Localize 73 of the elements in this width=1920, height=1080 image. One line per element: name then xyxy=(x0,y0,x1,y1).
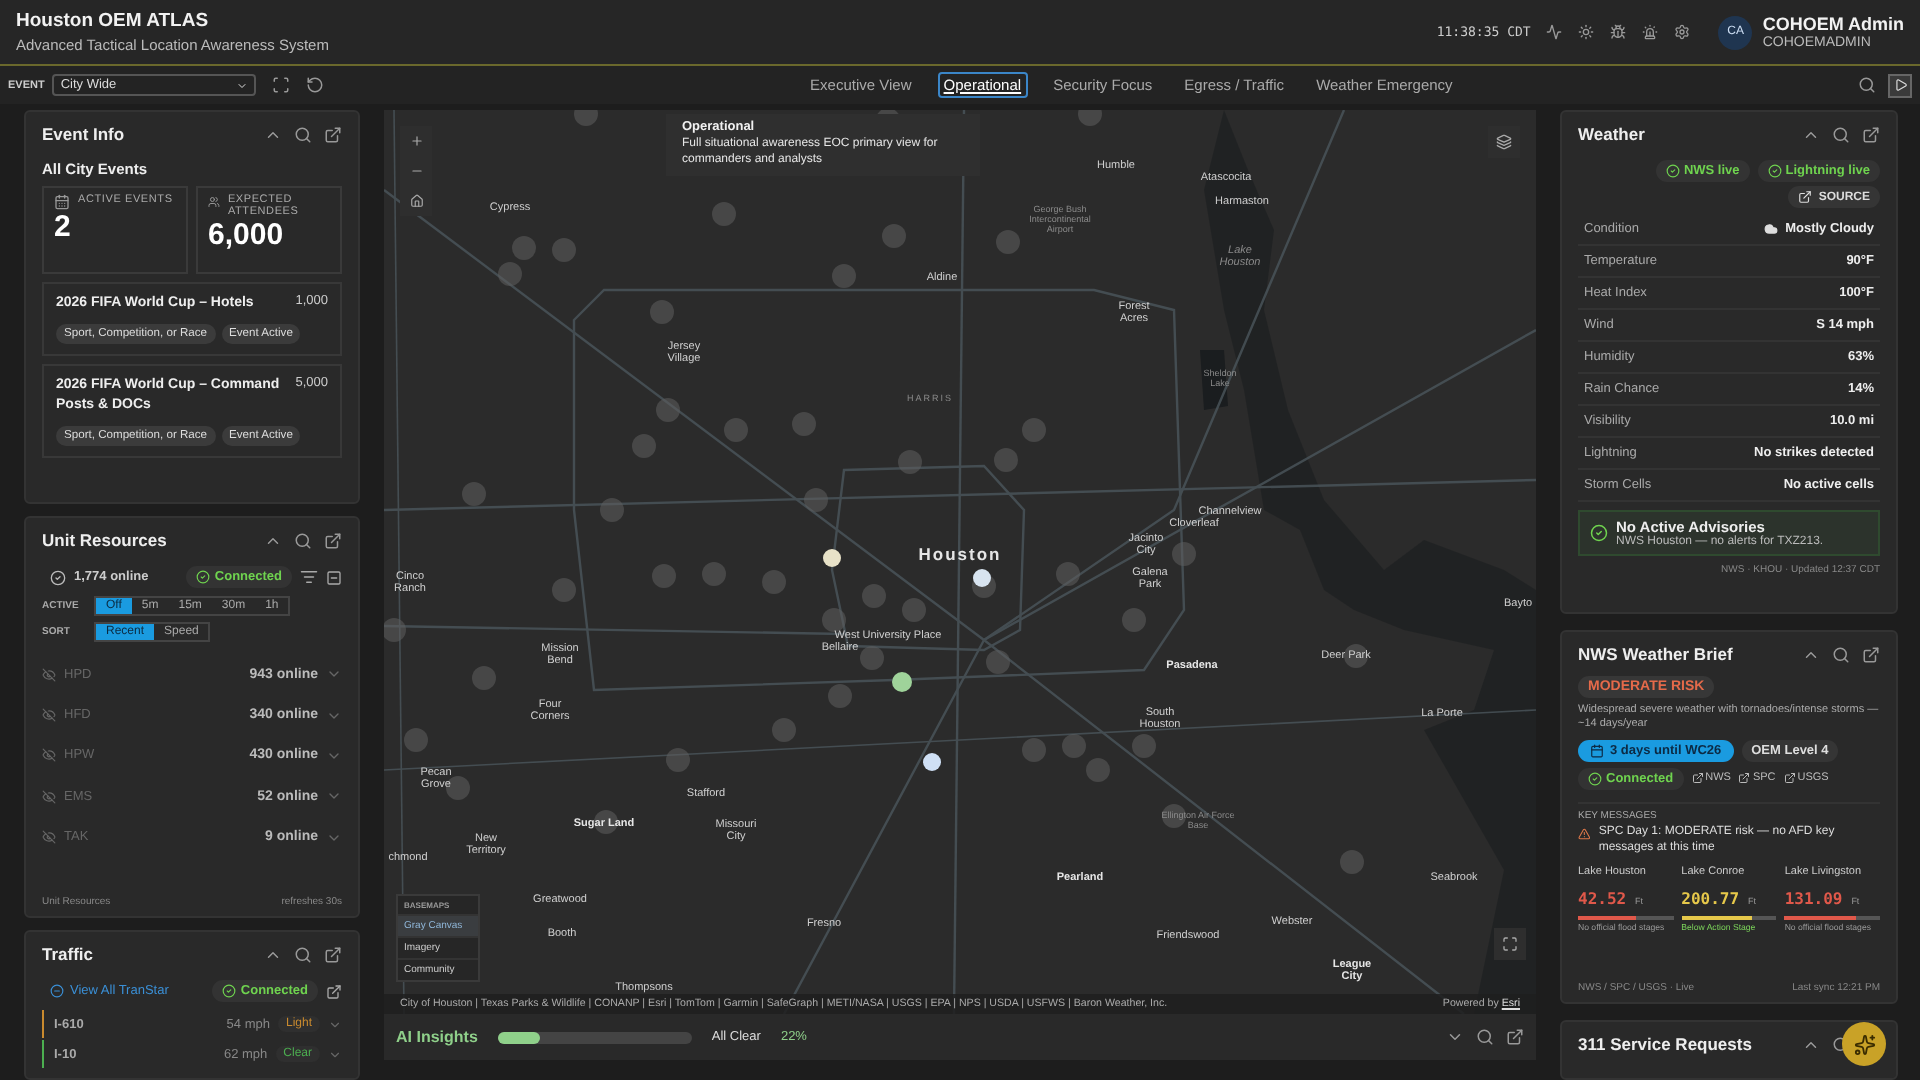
people-icon xyxy=(208,194,220,210)
external-link-icon[interactable] xyxy=(1506,1028,1524,1046)
search-icon[interactable] xyxy=(1832,125,1850,143)
check-circle-icon xyxy=(50,569,66,585)
play-icon xyxy=(1893,78,1907,92)
siren-icon[interactable] xyxy=(1642,24,1659,40)
panel-title: Traffic xyxy=(42,944,96,964)
sun-icon[interactable] xyxy=(1578,24,1595,40)
plus-icon xyxy=(409,134,423,148)
scan-icon[interactable] xyxy=(272,76,291,94)
minus-icon xyxy=(409,164,423,178)
lake-level: 131.09 xyxy=(1784,890,1843,909)
search-icon[interactable] xyxy=(1832,645,1850,663)
settings-icon[interactable] xyxy=(1674,24,1691,40)
panel-title: NWS Weather Brief xyxy=(1578,644,1735,664)
eye-off-icon[interactable] xyxy=(42,667,56,682)
eye-off-icon[interactable] xyxy=(42,748,56,763)
external-link-icon xyxy=(1738,772,1751,785)
user-name: COHOEM Admin xyxy=(1762,14,1904,34)
lake-level: 200.77 xyxy=(1681,890,1740,909)
check-circle-icon xyxy=(196,570,211,584)
check-circle-icon xyxy=(1767,164,1782,178)
check-circle-icon xyxy=(1588,771,1602,786)
external-link-icon[interactable] xyxy=(1862,125,1880,143)
search-icon[interactable] xyxy=(1476,1028,1494,1046)
external-link-icon[interactable] xyxy=(324,945,342,963)
place-label: Houston xyxy=(918,546,1002,566)
check-circle-icon xyxy=(222,984,237,998)
external-link-icon xyxy=(1783,772,1796,785)
eye-off-icon[interactable] xyxy=(42,789,56,804)
stat-value: 6,000 xyxy=(208,218,284,252)
chevron-down-icon xyxy=(236,79,249,91)
search-icon[interactable] xyxy=(1858,76,1876,94)
panel-title: Unit Resources xyxy=(42,530,169,550)
fullscreen-button[interactable] xyxy=(1494,928,1526,960)
check-circle-icon xyxy=(1590,524,1608,542)
panel-title: Event Info xyxy=(42,124,127,144)
chevron-down-icon[interactable] xyxy=(328,1017,342,1031)
circle-minus-icon xyxy=(50,984,64,998)
chevron-down-icon[interactable] xyxy=(1446,1028,1464,1046)
refresh-icon[interactable] xyxy=(306,76,325,94)
collapse-icon[interactable] xyxy=(326,569,342,585)
search-icon[interactable] xyxy=(294,531,312,549)
panel-title: Weather xyxy=(1578,124,1647,144)
ai-insights-title: AI Insights xyxy=(396,1028,478,1046)
play-button[interactable] xyxy=(1888,73,1912,97)
search-icon[interactable] xyxy=(294,945,312,963)
lake-level: 42.52 xyxy=(1578,890,1627,909)
home-icon xyxy=(409,194,423,208)
calendar-icon xyxy=(54,194,70,210)
layers-icon xyxy=(1496,134,1512,150)
sparkle-icon xyxy=(1853,1033,1875,1055)
eye-off-icon[interactable] xyxy=(42,830,56,845)
activity-icon[interactable] xyxy=(1546,24,1563,40)
external-link-icon xyxy=(1798,190,1813,204)
stat-value: 2 xyxy=(54,210,71,244)
external-link-icon xyxy=(1691,772,1704,785)
warning-icon xyxy=(1578,825,1591,842)
external-link-icon[interactable] xyxy=(326,983,342,999)
eye-off-icon[interactable] xyxy=(42,708,56,723)
external-link-icon[interactable] xyxy=(1862,645,1880,663)
search-icon[interactable] xyxy=(294,125,312,143)
panel-title: 311 Service Requests xyxy=(1578,1034,1754,1054)
external-link-icon[interactable] xyxy=(324,125,342,143)
filter-icon[interactable] xyxy=(300,568,318,586)
external-link-icon[interactable] xyxy=(324,531,342,549)
app-title: Houston OEM ATLAS xyxy=(16,10,211,32)
calendar-icon xyxy=(1590,743,1604,758)
check-circle-icon xyxy=(1665,164,1680,178)
chevron-down-icon[interactable] xyxy=(328,1047,342,1061)
bug-icon[interactable] xyxy=(1610,24,1627,40)
fullscreen-icon xyxy=(1502,936,1518,952)
cloud-icon xyxy=(1763,222,1778,236)
